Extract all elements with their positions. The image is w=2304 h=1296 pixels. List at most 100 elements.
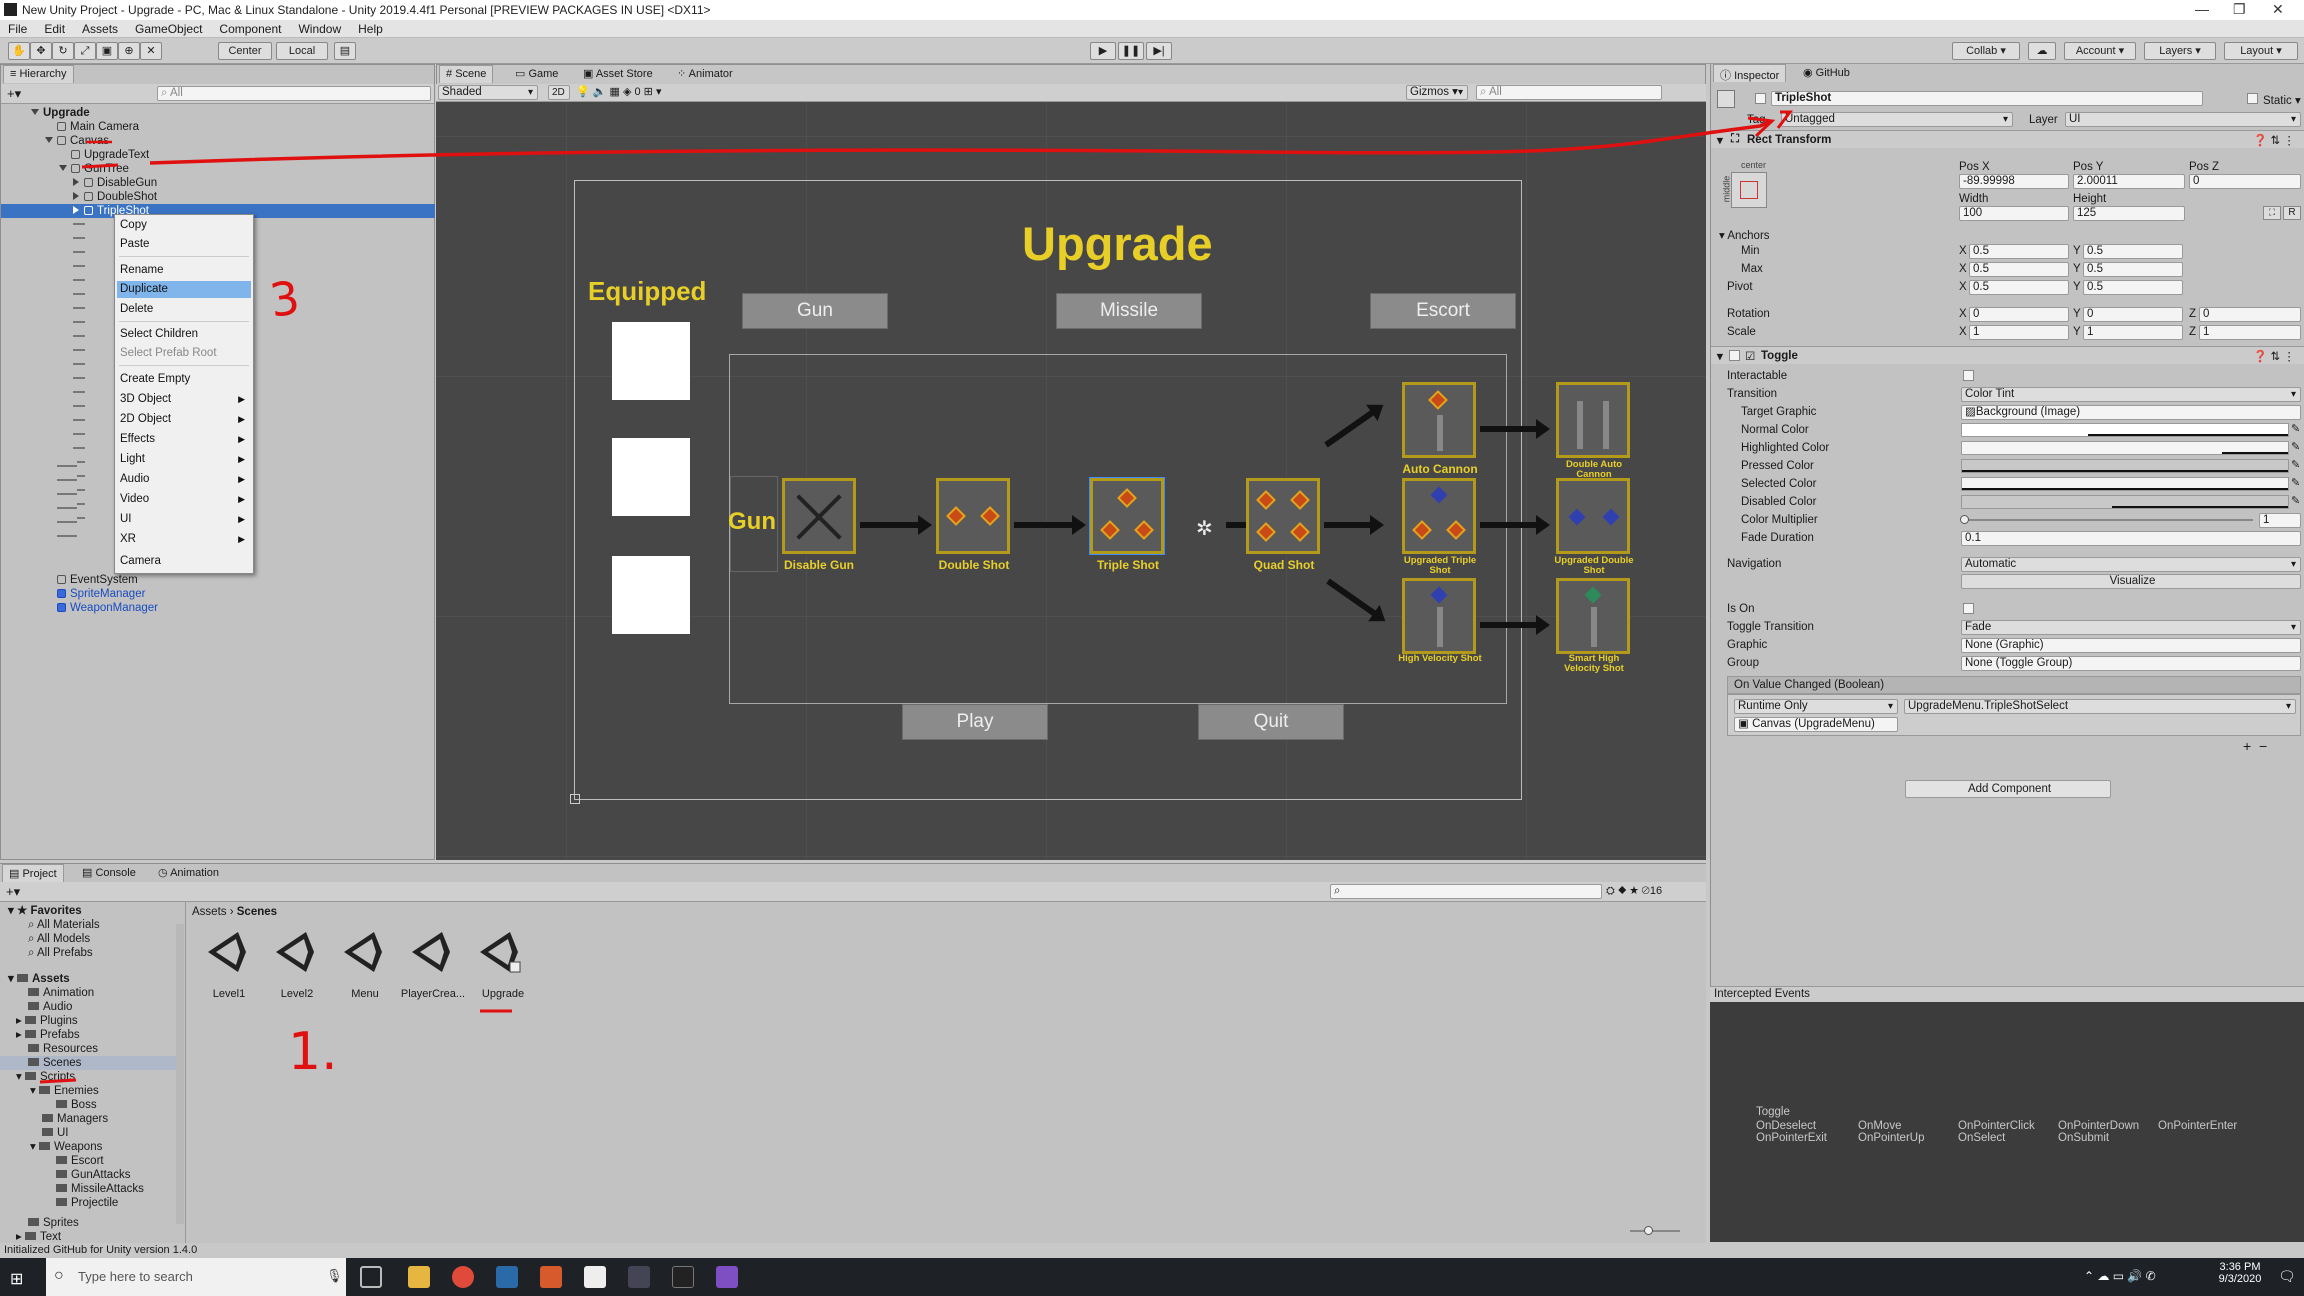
gun-tab-button[interactable]: Gun <box>742 293 888 329</box>
rotate-tool-icon[interactable]: ↻ <box>52 42 74 60</box>
component-menu-icons[interactable]: ❓ ⇅ ⋮ <box>2253 349 2295 363</box>
eyedropper-icon[interactable]: ✎ <box>2291 476 2300 489</box>
auto-cannon-node[interactable] <box>1402 382 1476 458</box>
pressed-color-swatch[interactable] <box>1961 459 2289 473</box>
active-checkbox[interactable] <box>1755 93 1766 104</box>
menu-help[interactable]: Help <box>350 20 392 36</box>
scale-tool-icon[interactable]: ⤢ <box>74 42 96 60</box>
folder-item[interactable]: ▸ Prefabs <box>16 1028 80 1042</box>
app-icon[interactable] <box>584 1266 606 1288</box>
equipped-slot[interactable] <box>612 322 690 400</box>
navigation-dropdown[interactable]: Automatic <box>1961 557 2301 572</box>
assets-folder[interactable]: ▾ Assets <box>8 972 70 986</box>
color-multiplier-field[interactable]: 1 <box>2259 513 2301 528</box>
scene-search-input[interactable]: ⌕ All <box>1476 85 1662 100</box>
posy-field[interactable]: 2.00011 <box>2073 174 2185 189</box>
expand-arrow-icon[interactable] <box>31 109 39 115</box>
folder-item[interactable]: ▾ Enemies <box>30 1084 99 1098</box>
folder-item[interactable]: MissileAttacks <box>56 1182 144 1196</box>
play-button[interactable]: Play <box>902 704 1048 740</box>
hierarchy-row-scene[interactable]: Upgrade <box>1 106 435 120</box>
menu-item-xr[interactable]: XR ▶ <box>117 531 251 548</box>
unity-scene-icon[interactable] <box>340 928 388 976</box>
unity-scene-icon[interactable] <box>476 928 524 976</box>
tab-animation[interactable]: ◷ Animation <box>152 864 225 882</box>
toggle-header[interactable]: ▾ ☑ Toggle ❓ ⇅ ⋮ <box>1711 346 2304 364</box>
triple-shot-node[interactable] <box>1089 477 1165 555</box>
group-field[interactable]: None (Toggle Group) <box>1961 656 2301 671</box>
system-tray-icons[interactable]: ⌃ ☁ ▭ 🔊 ✆ <box>2084 1269 2156 1283</box>
hierarchy-row[interactable]: SpriteManager <box>1 587 435 601</box>
step-icon[interactable]: ▶| <box>1146 42 1172 60</box>
disable-gun-node[interactable] <box>782 478 856 554</box>
equipped-slot[interactable] <box>612 556 690 634</box>
move-tool-icon[interactable]: ✥ <box>30 42 52 60</box>
collapse-arrow-icon[interactable] <box>73 192 79 200</box>
tab-console[interactable]: ▤ Console <box>76 864 142 882</box>
hierarchy-row[interactable]: UpgradeText <box>1 148 435 162</box>
equipped-slot[interactable] <box>612 438 690 516</box>
upgraded-triple-shot-node[interactable] <box>1402 478 1476 554</box>
quit-button[interactable]: Quit <box>1198 704 1344 740</box>
fade-duration-field[interactable]: 0.1 <box>1961 531 2301 546</box>
tag-dropdown[interactable]: Untagged <box>1781 112 2013 127</box>
favorite-item[interactable]: ⌕ All Materials <box>28 918 100 932</box>
missile-tab-button[interactable]: Missile <box>1056 293 1202 329</box>
steam-icon[interactable] <box>496 1266 518 1288</box>
menu-item-ui[interactable]: UI ▶ <box>117 511 251 528</box>
disabled-color-swatch[interactable] <box>1961 495 2289 509</box>
anchor-max-y-field[interactable]: 0.5 <box>2083 262 2183 277</box>
folder-item[interactable]: GunAttacks <box>56 1168 130 1182</box>
rotation-z-field[interactable]: 0 <box>2199 307 2301 322</box>
play-icon[interactable]: ▶ <box>1090 42 1116 60</box>
file-explorer-icon[interactable] <box>408 1266 430 1288</box>
anchor-min-y-field[interactable]: 0.5 <box>2083 244 2183 259</box>
tab-github[interactable]: ◉ GitHub <box>1797 64 1856 82</box>
breadcrumb-item[interactable]: Assets <box>192 906 227 918</box>
component-menu-icons[interactable]: ❓ ⇅ ⋮ <box>2253 133 2295 147</box>
app-icon[interactable] <box>628 1266 650 1288</box>
toggle-enabled-checkbox[interactable] <box>1729 350 1740 361</box>
hierarchy-row[interactable]: GunTree <box>1 162 435 176</box>
unity-scene-icon[interactable] <box>272 928 320 976</box>
highlighted-color-swatch[interactable] <box>1961 441 2289 455</box>
slider-thumb[interactable] <box>1960 515 1969 524</box>
static-checkbox[interactable] <box>2247 93 2258 104</box>
menu-item-audio[interactable]: Audio ▶ <box>117 471 251 488</box>
menu-edit[interactable]: Edit <box>36 20 74 36</box>
rect-tool-icon[interactable]: ▣ <box>96 42 118 60</box>
double-auto-cannon-node[interactable] <box>1556 382 1630 458</box>
tab-game[interactable]: ▭ Game <box>509 65 564 83</box>
scene-toggles-icons[interactable]: 💡 🔈 ▦ ◈ 0 ⊞ ▾ <box>576 85 661 98</box>
scrollbar[interactable] <box>176 924 184 1224</box>
breadcrumb-item[interactable]: Scenes <box>237 906 277 918</box>
icon-size-slider[interactable] <box>1630 1226 1680 1235</box>
expand-arrow-icon[interactable] <box>45 137 53 143</box>
posx-field[interactable]: -89.99998 <box>1959 174 2069 189</box>
cloud-icon[interactable]: ☁ <box>2028 42 2056 60</box>
foldout-arrow-icon[interactable]: ▾ <box>1717 349 1723 363</box>
double-shot-node[interactable] <box>936 478 1010 554</box>
tab-asset-store[interactable]: ▣ Asset Store <box>577 65 659 83</box>
tab-animator[interactable]: ⁘ Animator <box>671 65 739 83</box>
scale-z-field[interactable]: 1 <box>2199 325 2301 340</box>
folder-item[interactable]: ▸ Plugins <box>16 1014 78 1028</box>
collab-button[interactable]: Collab ▾ <box>1952 42 2020 60</box>
filter-icons[interactable]: ⛭ ◆ ★ ⊘16 <box>1606 885 1662 898</box>
scale-x-field[interactable]: 1 <box>1969 325 2069 340</box>
rect-transform-header[interactable]: ▾ ⛶ Rect Transform ❓ ⇅ ⋮ <box>1711 130 2304 148</box>
hierarchy-row[interactable]: Main Camera <box>1 120 435 134</box>
high-velocity-shot-node[interactable] <box>1402 578 1476 654</box>
hierarchy-search-input[interactable]: ⌕ All <box>157 86 431 101</box>
gizmos-dropdown[interactable]: Gizmos ▾ <box>1406 85 1468 100</box>
tab-project[interactable]: ▤ Project <box>2 864 64 882</box>
menu-item-light[interactable]: Light ▶ <box>117 451 251 468</box>
anchor-max-x-field[interactable]: 0.5 <box>1969 262 2069 277</box>
rotation-y-field[interactable]: 0 <box>2083 307 2183 322</box>
anchor-min-x-field[interactable]: 0.5 <box>1969 244 2069 259</box>
pivot-x-field[interactable]: 0.5 <box>1969 280 2069 295</box>
folder-item[interactable]: ▾ Weapons <box>30 1140 102 1154</box>
account-button[interactable]: Account ▾ <box>2064 42 2136 60</box>
is-on-checkbox[interactable] <box>1963 603 1974 614</box>
hierarchy-row[interactable]: Canvas <box>1 134 435 148</box>
